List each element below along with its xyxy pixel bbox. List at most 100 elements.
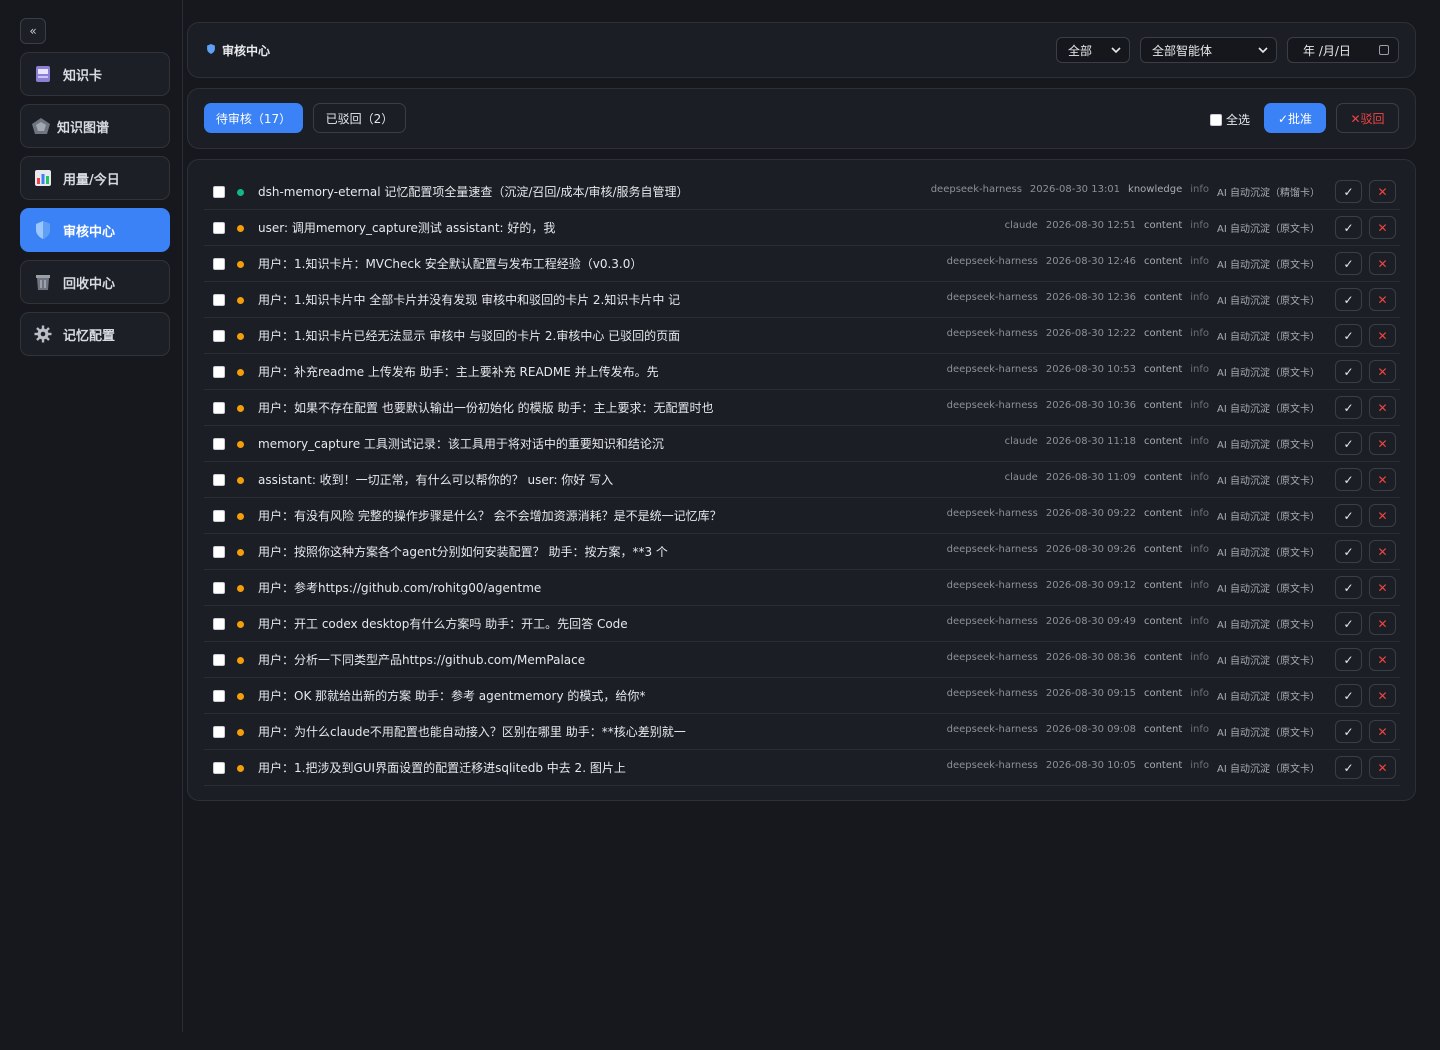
row-approve-button[interactable]: ✓: [1335, 180, 1362, 203]
row-approve-button[interactable]: ✓: [1335, 396, 1362, 419]
table-row[interactable]: 用户：按照你这种方案各个agent分别如何安装配置？ 助手：按方案，**3 个 …: [204, 534, 1400, 570]
row-checkbox[interactable]: [213, 690, 225, 702]
row-approve-button[interactable]: ✓: [1335, 756, 1362, 779]
row-reject-button[interactable]: ✕: [1369, 252, 1396, 275]
agent-filter-select[interactable]: 全部智能体: [1140, 37, 1277, 63]
batch-reject-button[interactable]: ✕驳回: [1336, 103, 1399, 133]
row-title[interactable]: 用户：1.知识卡片中 全部卡片并没有发现 审核中和驳回的卡片 2.知识卡片中 记: [258, 291, 680, 308]
row-reject-button[interactable]: ✕: [1369, 432, 1396, 455]
row-title[interactable]: memory_capture 工具测试记录：该工具用于将对话中的重要知识和结论沉: [258, 435, 664, 452]
row-checkbox[interactable]: [213, 258, 225, 270]
row-checkbox[interactable]: [213, 582, 225, 594]
row-title[interactable]: 用户：按照你这种方案各个agent分别如何安装配置？ 助手：按方案，**3 个: [258, 543, 668, 560]
row-approve-button[interactable]: ✓: [1335, 504, 1362, 527]
row-approve-button[interactable]: ✓: [1335, 288, 1362, 311]
row-title[interactable]: user: 调用memory_capture测试 assistant: 好的，我: [258, 219, 555, 236]
row-title[interactable]: 用户：分析一下同类型产品https://github.com/MemPalace: [258, 651, 585, 668]
row-approve-button[interactable]: ✓: [1335, 540, 1362, 563]
row-checkbox[interactable]: [213, 618, 225, 630]
sidebar-item-knowledge-card[interactable]: 知识卡: [20, 52, 170, 96]
row-checkbox[interactable]: [213, 654, 225, 666]
row-title[interactable]: 用户：参考https://github.com/rohitg00/agentme: [258, 579, 541, 596]
row-approve-button[interactable]: ✓: [1335, 684, 1362, 707]
row-approve-button[interactable]: ✓: [1335, 720, 1362, 743]
row-reject-button[interactable]: ✕: [1369, 468, 1396, 491]
row-checkbox[interactable]: [213, 222, 225, 234]
table-row[interactable]: 用户：参考https://github.com/rohitg00/agentme…: [204, 570, 1400, 606]
row-checkbox[interactable]: [213, 762, 225, 774]
row-reject-button[interactable]: ✕: [1369, 216, 1396, 239]
date-filter-input[interactable]: 年 /月/日: [1287, 37, 1399, 63]
row-checkbox[interactable]: [213, 438, 225, 450]
row-reject-button[interactable]: ✕: [1369, 648, 1396, 671]
row-checkbox[interactable]: [213, 186, 225, 198]
row-approve-button[interactable]: ✓: [1335, 360, 1362, 383]
table-row[interactable]: assistant: 收到！一切正常，有什么可以帮你的？ user: 你好 写入…: [204, 462, 1400, 498]
sidebar-item-review-center[interactable]: 审核中心: [20, 208, 170, 252]
sidebar-item-recycle-center[interactable]: 回收中心: [20, 260, 170, 304]
row-approve-button[interactable]: ✓: [1335, 648, 1362, 671]
table-row[interactable]: user: 调用memory_capture测试 assistant: 好的，我…: [204, 210, 1400, 246]
select-all-checkbox[interactable]: [1210, 113, 1222, 126]
sidebar-item-usage-today[interactable]: 用量/今日: [20, 156, 170, 200]
row-checkbox[interactable]: [213, 330, 225, 342]
row-reject-button[interactable]: ✕: [1369, 504, 1396, 527]
select-all[interactable]: 全选: [1210, 111, 1250, 128]
row-reject-button[interactable]: ✕: [1369, 540, 1396, 563]
row-checkbox[interactable]: [213, 474, 225, 486]
collapse-sidebar-button[interactable]: «: [20, 18, 46, 44]
table-row[interactable]: 用户：1.知识卡片：MVCheck 安全默认配置与发布工程经验（v0.3.0） …: [204, 246, 1400, 282]
row-reject-button[interactable]: ✕: [1369, 756, 1396, 779]
row-reject-button[interactable]: ✕: [1369, 360, 1396, 383]
row-title[interactable]: 用户：补充readme 上传发布 助手：主上要补充 README 并上传发布。先: [258, 363, 659, 380]
table-row[interactable]: 用户：1.把涉及到GUI界面设置的配置迁移进sqlitedb 中去 2. 图片上…: [204, 750, 1400, 786]
row-title[interactable]: assistant: 收到！一切正常，有什么可以帮你的？ user: 你好 写入: [258, 471, 613, 488]
table-row[interactable]: 用户：如果不存在配置 也要默认输出一份初始化 的模版 助手：主上要求：无配置时也…: [204, 390, 1400, 426]
table-row[interactable]: 用户：为什么claude不用配置也能自动接入？区别在哪里 助手：**核心差别就一…: [204, 714, 1400, 750]
row-reject-button[interactable]: ✕: [1369, 396, 1396, 419]
row-reject-button[interactable]: ✕: [1369, 720, 1396, 743]
status-filter-select[interactable]: 全部: [1056, 37, 1130, 63]
table-row[interactable]: 用户：补充readme 上传发布 助手：主上要补充 README 并上传发布。先…: [204, 354, 1400, 390]
row-reject-button[interactable]: ✕: [1369, 612, 1396, 635]
row-approve-button[interactable]: ✓: [1335, 324, 1362, 347]
table-row[interactable]: memory_capture 工具测试记录：该工具用于将对话中的重要知识和结论沉…: [204, 426, 1400, 462]
table-row[interactable]: dsh-memory-eternal 记忆配置项全量速查（沉淀/召回/成本/审核…: [204, 174, 1400, 210]
table-row[interactable]: 用户：1.知识卡片已经无法显示 审核中 与驳回的卡片 2.审核中心 已驳回的页面…: [204, 318, 1400, 354]
row-checkbox[interactable]: [213, 402, 225, 414]
row-checkbox[interactable]: [213, 510, 225, 522]
row-title[interactable]: 用户：1.知识卡片：MVCheck 安全默认配置与发布工程经验（v0.3.0）: [258, 255, 642, 272]
sidebar-item-memory-config[interactable]: 记忆配置: [20, 312, 170, 356]
row-reject-button[interactable]: ✕: [1369, 576, 1396, 599]
row-checkbox[interactable]: [213, 366, 225, 378]
table-row[interactable]: 用户：有没有风险 完整的操作步骤是什么？ 会不会增加资源消耗？是不是统一记忆库？…: [204, 498, 1400, 534]
row-approve-button[interactable]: ✓: [1335, 216, 1362, 239]
row-approve-button[interactable]: ✓: [1335, 576, 1362, 599]
tab-pending[interactable]: 待审核（17）: [204, 103, 303, 133]
table-row[interactable]: 用户：分析一下同类型产品https://github.com/MemPalace…: [204, 642, 1400, 678]
row-approve-button[interactable]: ✓: [1335, 432, 1362, 455]
table-row[interactable]: 用户：OK 那就给出新的方案 助手：参考 agentmemory 的模式，给你*…: [204, 678, 1400, 714]
row-title[interactable]: dsh-memory-eternal 记忆配置项全量速查（沉淀/召回/成本/审核…: [258, 183, 689, 200]
row-reject-button[interactable]: ✕: [1369, 288, 1396, 311]
row-title[interactable]: 用户：1.把涉及到GUI界面设置的配置迁移进sqlitedb 中去 2. 图片上: [258, 759, 626, 776]
table-row[interactable]: 用户：1.知识卡片中 全部卡片并没有发现 审核中和驳回的卡片 2.知识卡片中 记…: [204, 282, 1400, 318]
row-reject-button[interactable]: ✕: [1369, 684, 1396, 707]
row-checkbox[interactable]: [213, 546, 225, 558]
row-approve-button[interactable]: ✓: [1335, 468, 1362, 491]
table-row[interactable]: 用户：开工 codex desktop有什么方案吗 助手：开工。先回答 Code…: [204, 606, 1400, 642]
row-title[interactable]: 用户：OK 那就给出新的方案 助手：参考 agentmemory 的模式，给你*: [258, 687, 645, 704]
row-title[interactable]: 用户：开工 codex desktop有什么方案吗 助手：开工。先回答 Code: [258, 615, 628, 632]
row-approve-button[interactable]: ✓: [1335, 252, 1362, 275]
sidebar-item-knowledge-graph[interactable]: 知识图谱: [20, 104, 170, 148]
row-title[interactable]: 用户：如果不存在配置 也要默认输出一份初始化 的模版 助手：主上要求：无配置时也: [258, 399, 713, 416]
row-checkbox[interactable]: [213, 726, 225, 738]
batch-approve-button[interactable]: ✓批准: [1264, 103, 1326, 133]
row-title[interactable]: 用户：1.知识卡片已经无法显示 审核中 与驳回的卡片 2.审核中心 已驳回的页面: [258, 327, 680, 344]
tab-rejected[interactable]: 已驳回（2）: [313, 103, 406, 133]
row-checkbox[interactable]: [213, 294, 225, 306]
row-reject-button[interactable]: ✕: [1369, 180, 1396, 203]
row-title[interactable]: 用户：为什么claude不用配置也能自动接入？区别在哪里 助手：**核心差别就一: [258, 723, 686, 740]
row-approve-button[interactable]: ✓: [1335, 612, 1362, 635]
row-title[interactable]: 用户：有没有风险 完整的操作步骤是什么？ 会不会增加资源消耗？是不是统一记忆库？: [258, 507, 722, 524]
